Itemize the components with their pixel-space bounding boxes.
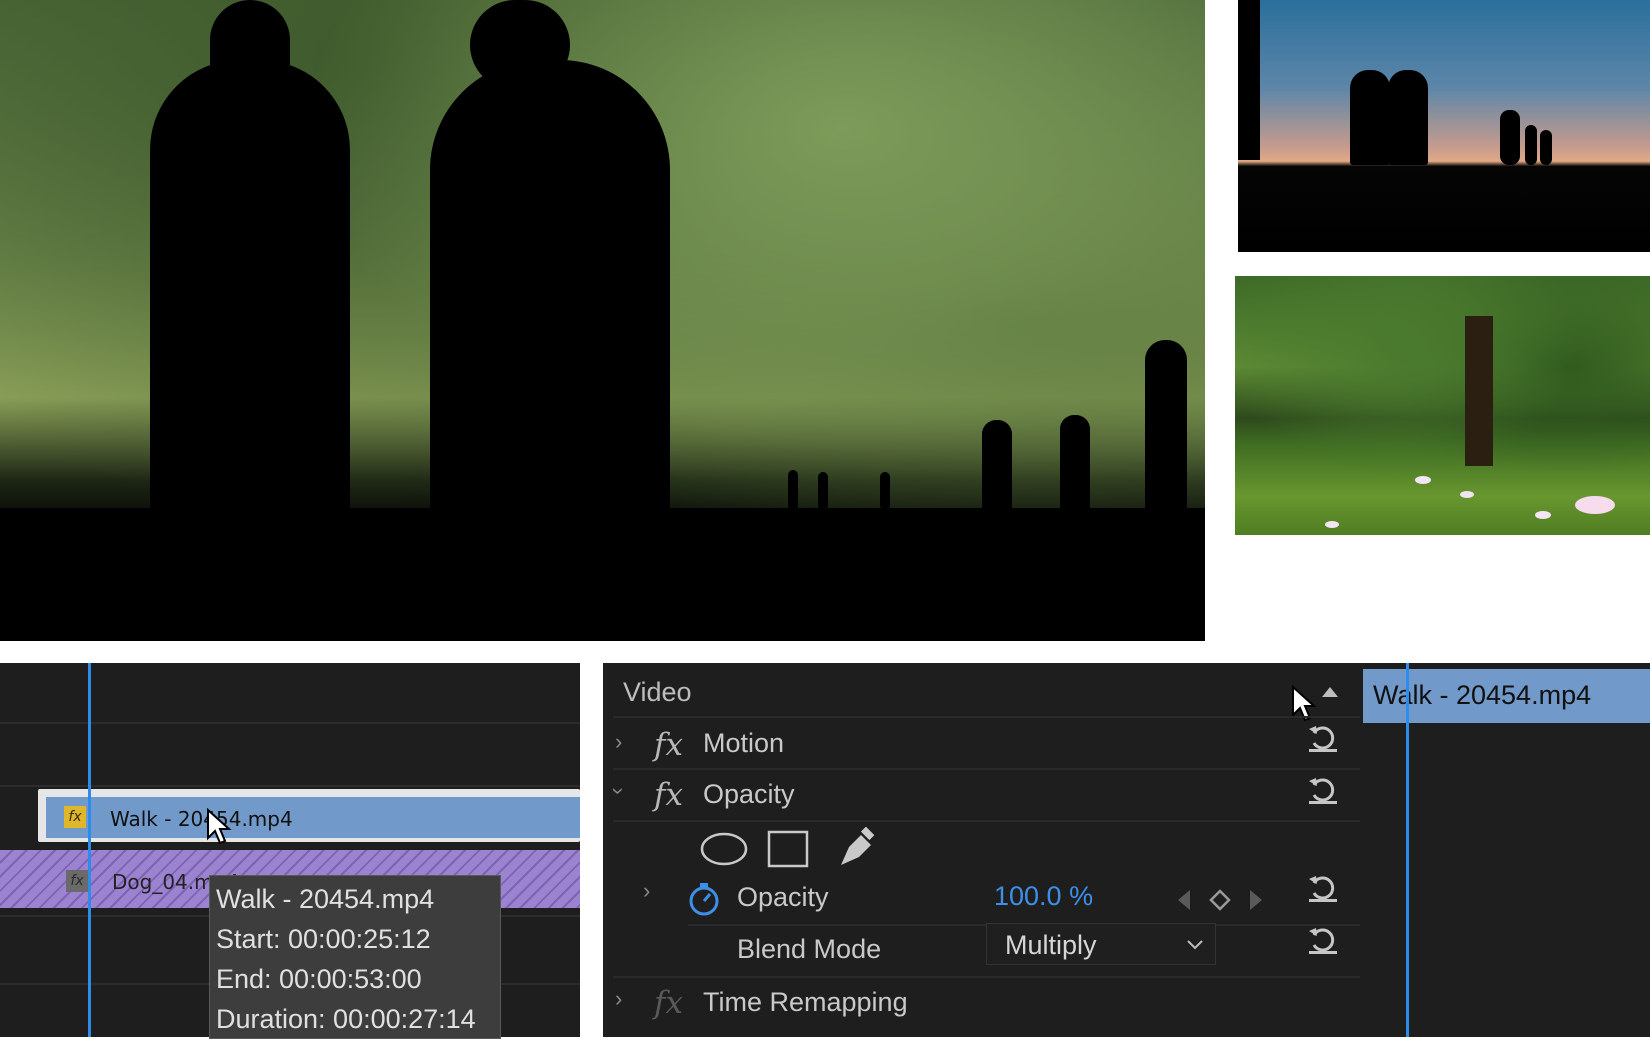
walker-silhouette (1540, 130, 1552, 165)
property-label-blend-mode: Blend Mode (737, 934, 882, 964)
walker-silhouette (818, 472, 828, 510)
fx-badge: fx (64, 806, 86, 828)
stopwatch-icon[interactable] (686, 881, 722, 917)
walker-silhouette (1060, 415, 1090, 520)
playhead[interactable] (1406, 663, 1409, 1037)
reset-icon[interactable] (1306, 923, 1340, 957)
clip-walk-body[interactable]: fx Walk - 20454.mp4 (46, 797, 580, 838)
chevron-down-icon (1187, 940, 1203, 950)
flower (1460, 491, 1474, 498)
flower (1535, 511, 1551, 519)
person-silhouette (430, 60, 670, 620)
blend-mode-value: Multiply (1005, 930, 1097, 960)
walker-silhouette (1500, 110, 1520, 165)
chevron-right-icon[interactable]: › (615, 729, 622, 755)
track-divider (0, 722, 580, 724)
walker-silhouette (1525, 125, 1537, 165)
flower (1415, 476, 1431, 484)
walker-silhouette (1350, 70, 1390, 165)
walker-silhouette (1145, 340, 1187, 520)
reset-icon[interactable] (1306, 721, 1340, 755)
chevron-down-icon[interactable]: › (606, 787, 632, 794)
scroll-up-icon[interactable] (1320, 685, 1340, 699)
reset-icon[interactable] (1306, 773, 1340, 807)
row-divider (613, 976, 1360, 978)
section-title-video: Video (623, 677, 692, 707)
head-silhouette (470, 0, 570, 90)
track-divider (0, 785, 580, 787)
previous-keyframe-icon[interactable] (1174, 888, 1194, 912)
tooltip-duration: Duration: 00:00:27:14 (216, 1004, 476, 1034)
blend-mode-dropdown[interactable]: Multiply (986, 923, 1216, 965)
opacity-value[interactable]: 100.0 % (994, 881, 1093, 912)
program-monitor-frame (0, 0, 1205, 641)
walker-silhouette (880, 472, 890, 510)
fx-icon: fx (654, 777, 683, 813)
walker-silhouette (788, 470, 798, 510)
chevron-right-icon[interactable]: › (643, 878, 650, 904)
ellipse-mask-icon[interactable] (699, 831, 749, 867)
thumbnail-garden (1235, 276, 1650, 535)
lighthouse-silhouette (1238, 0, 1260, 160)
reset-icon[interactable] (1306, 871, 1340, 905)
pen-mask-icon[interactable] (835, 827, 879, 871)
fx-badge: fx (66, 870, 88, 892)
add-keyframe-icon[interactable] (1209, 889, 1231, 911)
thumbnail-sunset-walkers (1238, 0, 1650, 252)
property-label-opacity: Opacity (737, 882, 829, 912)
tooltip-end: End: 00:00:53:00 (216, 964, 422, 994)
clip-walk-label: Walk - 20454.mp4 (110, 807, 293, 831)
tree-trunk (1465, 316, 1493, 466)
flower (1325, 521, 1339, 528)
effect-label-opacity: Opacity (703, 779, 795, 809)
fx-icon: fx (654, 985, 683, 1021)
effect-controls-timeline[interactable]: Walk - 20454.mp4 (1360, 663, 1650, 1037)
tooltip-start: Start: 00:00:25:12 (216, 924, 431, 954)
playhead[interactable] (88, 663, 91, 1037)
fx-icon: fx (654, 727, 683, 763)
flower (1575, 496, 1615, 514)
row-divider (613, 768, 1360, 770)
row-divider (613, 820, 1360, 822)
clip-walk[interactable]: fx Walk - 20454.mp4 (38, 789, 580, 842)
person-silhouette (150, 60, 350, 620)
effect-label-time-remapping: Time Remapping (703, 987, 908, 1017)
mouse-cursor-icon (207, 808, 232, 845)
next-keyframe-icon[interactable] (1246, 888, 1266, 912)
head-silhouette (210, 0, 290, 110)
walker-silhouette (1388, 70, 1428, 165)
walker-silhouette (982, 420, 1012, 520)
row-divider (613, 716, 1360, 718)
clip-tooltip: Walk - 20454.mp4 Start: 00:00:25:12 End:… (209, 875, 501, 1039)
tooltip-title: Walk - 20454.mp4 (216, 884, 435, 914)
effect-controls-panel[interactable]: Video › fx Motion › fx Opacity › Opacity… (603, 663, 1360, 1037)
effect-label-motion: Motion (703, 728, 785, 758)
chevron-right-icon[interactable]: › (615, 986, 622, 1012)
rectangle-mask-icon[interactable] (767, 830, 809, 868)
